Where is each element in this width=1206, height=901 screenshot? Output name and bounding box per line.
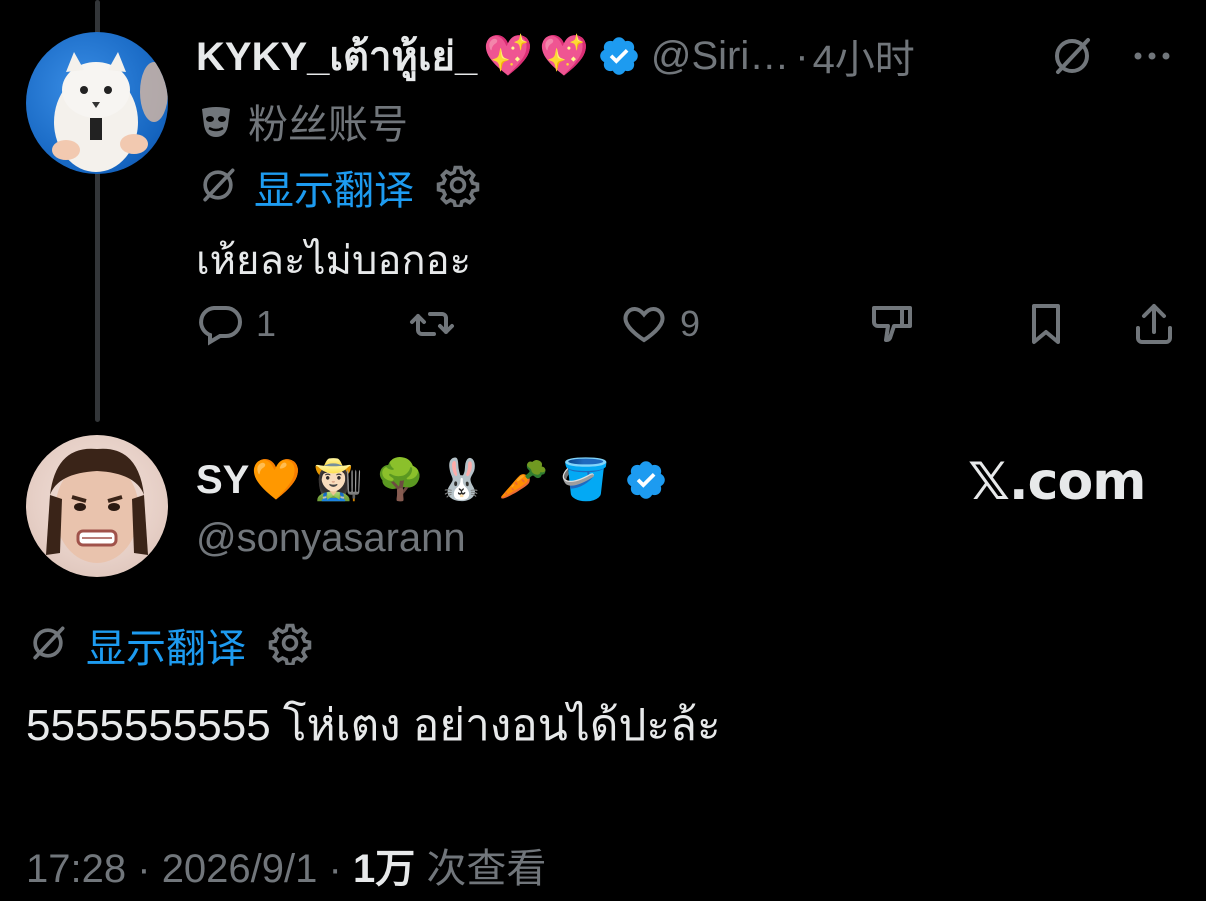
dislike-button[interactable]: [868, 300, 916, 348]
tweet1-translate-row: 显示翻译: [196, 162, 480, 213]
share-icon: [1136, 304, 1172, 344]
post-time[interactable]: 17:28: [26, 847, 126, 891]
verified-badge-icon: [624, 458, 668, 502]
heart-icon: [623, 306, 665, 343]
like-count: 9: [680, 303, 701, 344]
avatar-kyky[interactable]: [26, 32, 168, 174]
show-translation-link[interactable]: 显示翻译: [254, 158, 414, 216]
like-button[interactable]: 9: [620, 300, 700, 348]
tweet1-handle[interactable]: @Siri…: [651, 34, 789, 79]
avatar-sy[interactable]: [26, 435, 168, 577]
more-options-icon[interactable]: [1128, 32, 1178, 82]
tweet1-action-bar: 1 9: [196, 300, 1186, 364]
farmer-emoji: 👩🏻‍🌾: [313, 458, 363, 502]
meta-separator: ·: [328, 847, 342, 891]
sparkling-heart-emoji: 💖: [539, 34, 589, 78]
bookmark-button[interactable]: [1022, 300, 1070, 348]
show-translation-link[interactable]: 显示翻译: [86, 616, 246, 674]
repost-button[interactable]: [408, 300, 456, 348]
tweet2-translate-row: 显示翻译: [26, 620, 312, 671]
tweet1-display-name[interactable]: KYKY_เต้าหู้เย่_: [196, 24, 477, 88]
x-com-watermark: 𝕏.com: [968, 452, 1146, 512]
rabbit-emoji: 🐰: [436, 458, 487, 502]
carrot-emoji: 🥕: [498, 458, 549, 502]
tweet1-header: KYKY_เต้าหู้เย่_ 💖 💖 @Siri… · 4小时: [196, 27, 915, 85]
view-label: 次查看: [426, 847, 547, 891]
verified-badge-icon: [597, 34, 641, 78]
tweet2-meta-footer: 17:28 · 2026/9/1 · 1万 次查看: [26, 836, 546, 894]
tweet2-handle[interactable]: @sonyasarann: [196, 516, 466, 561]
reply-count: 1: [256, 303, 277, 344]
tweet1-text: เห้ยละไม่บอกอะ: [196, 239, 472, 283]
thumbs-down-icon: [872, 306, 912, 343]
translation-settings-icon[interactable]: [268, 621, 312, 670]
tweet2-text: 5555555555 โห่เตง อย่างอนได้ปะล้ะ: [26, 701, 721, 750]
translation-settings-icon[interactable]: [436, 163, 480, 212]
reply-icon: [199, 306, 242, 346]
tweet2-header: SY 🧡 👩🏻‍🌾 🌳 🐰 🥕 🪣: [196, 452, 668, 508]
share-button[interactable]: [1130, 300, 1178, 348]
fan-account-label: 粉丝账号: [196, 96, 408, 147]
tree-emoji: 🌳: [374, 458, 425, 502]
grok-translate-icon: [26, 621, 70, 670]
theater-mask-icon: [196, 101, 236, 141]
meta-separator: ·: [137, 847, 151, 891]
grok-icon[interactable]: [1048, 32, 1098, 82]
fan-account-text: 粉丝账号: [248, 103, 408, 147]
avatar-sy-image: [46, 448, 148, 563]
orange-heart-emoji: 🧡: [251, 458, 302, 502]
tweet1-separator: ·: [795, 33, 809, 78]
bucket-emoji: 🪣: [560, 458, 611, 502]
reply-button[interactable]: 1: [196, 300, 276, 348]
grok-translate-icon: [196, 163, 240, 212]
view-count: 1万: [352, 847, 416, 891]
tweet1-time[interactable]: 4小时: [813, 27, 915, 85]
avatar-kyky-image: [52, 52, 168, 172]
post-date[interactable]: 2026/9/1: [162, 847, 318, 891]
bookmark-icon: [1032, 304, 1060, 344]
repost-icon: [410, 312, 454, 336]
tweet2-display-name[interactable]: SY: [196, 458, 249, 503]
sparkling-heart-emoji: 💖: [483, 34, 534, 78]
